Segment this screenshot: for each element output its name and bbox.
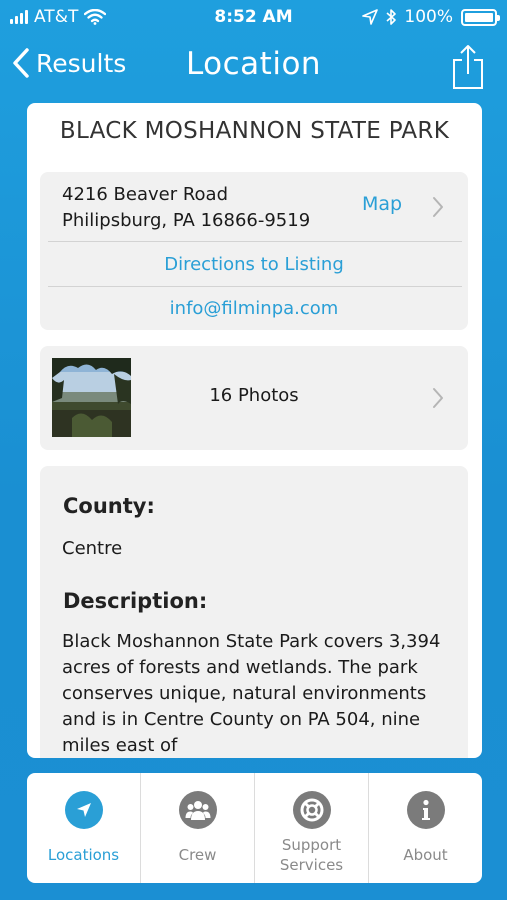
- chevron-right-icon: [433, 388, 443, 408]
- photos-row[interactable]: 16 Photos: [40, 346, 468, 450]
- address-line-2: Philipsburg, PA 16866-9519: [62, 210, 311, 231]
- info-icon: [406, 791, 445, 829]
- share-icon[interactable]: [451, 44, 485, 90]
- location-services-icon: [362, 9, 379, 25]
- navigation-bar: Results Location: [0, 40, 507, 96]
- photos-count: 16 Photos: [209, 385, 299, 406]
- bluetooth-icon: [386, 9, 397, 25]
- address-line-1: 4216 Beaver Road: [62, 184, 228, 205]
- description-heading: Description:: [63, 589, 208, 613]
- chevron-right-icon: [433, 197, 443, 217]
- details-panel: County: Centre Description: Black Moshan…: [40, 466, 468, 758]
- contact-panel: 4216 Beaver Road Philipsburg, PA 16866-9…: [40, 172, 468, 330]
- divider: [48, 241, 462, 242]
- battery-percent: 100%: [404, 7, 453, 27]
- location-name: BLACK MOSHANNON STATE PARK: [59, 118, 450, 144]
- tab-bar: Locations Crew Support Services About: [27, 773, 482, 883]
- location-card: BLACK MOSHANNON STATE PARK 4216 Beaver R…: [27, 103, 482, 758]
- address-map-row[interactable]: 4216 Beaver Road Philipsburg, PA 16866-9…: [40, 172, 468, 241]
- tab-label: About: [403, 846, 448, 864]
- status-bar: AT&T 8:52 AM 100%: [0, 0, 507, 36]
- county-value: Centre: [62, 538, 123, 559]
- tab-support-services[interactable]: Support Services: [255, 773, 369, 883]
- page-title: Location: [185, 46, 322, 82]
- description-text: Black Moshannon State Park covers 3,394 …: [62, 631, 441, 756]
- map-link[interactable]: Map: [362, 193, 402, 215]
- people-icon: [178, 791, 217, 829]
- address: 4216 Beaver Road Philipsburg, PA 16866-9…: [62, 182, 310, 234]
- tab-label: Crew: [178, 846, 217, 864]
- email-link[interactable]: info@filminpa.com: [40, 287, 468, 331]
- tab-about[interactable]: About: [369, 773, 482, 883]
- location-arrow-icon: [64, 791, 103, 829]
- tab-locations[interactable]: Locations: [27, 773, 141, 883]
- lifebuoy-icon: [292, 791, 331, 829]
- tab-label: Locations: [47, 846, 120, 864]
- status-right: 100%: [362, 7, 500, 27]
- county-heading: County:: [63, 494, 155, 518]
- battery-icon: [461, 8, 500, 26]
- tab-crew[interactable]: Crew: [141, 773, 255, 883]
- directions-link[interactable]: Directions to Listing: [40, 243, 468, 287]
- tab-label: Support Services: [279, 836, 344, 874]
